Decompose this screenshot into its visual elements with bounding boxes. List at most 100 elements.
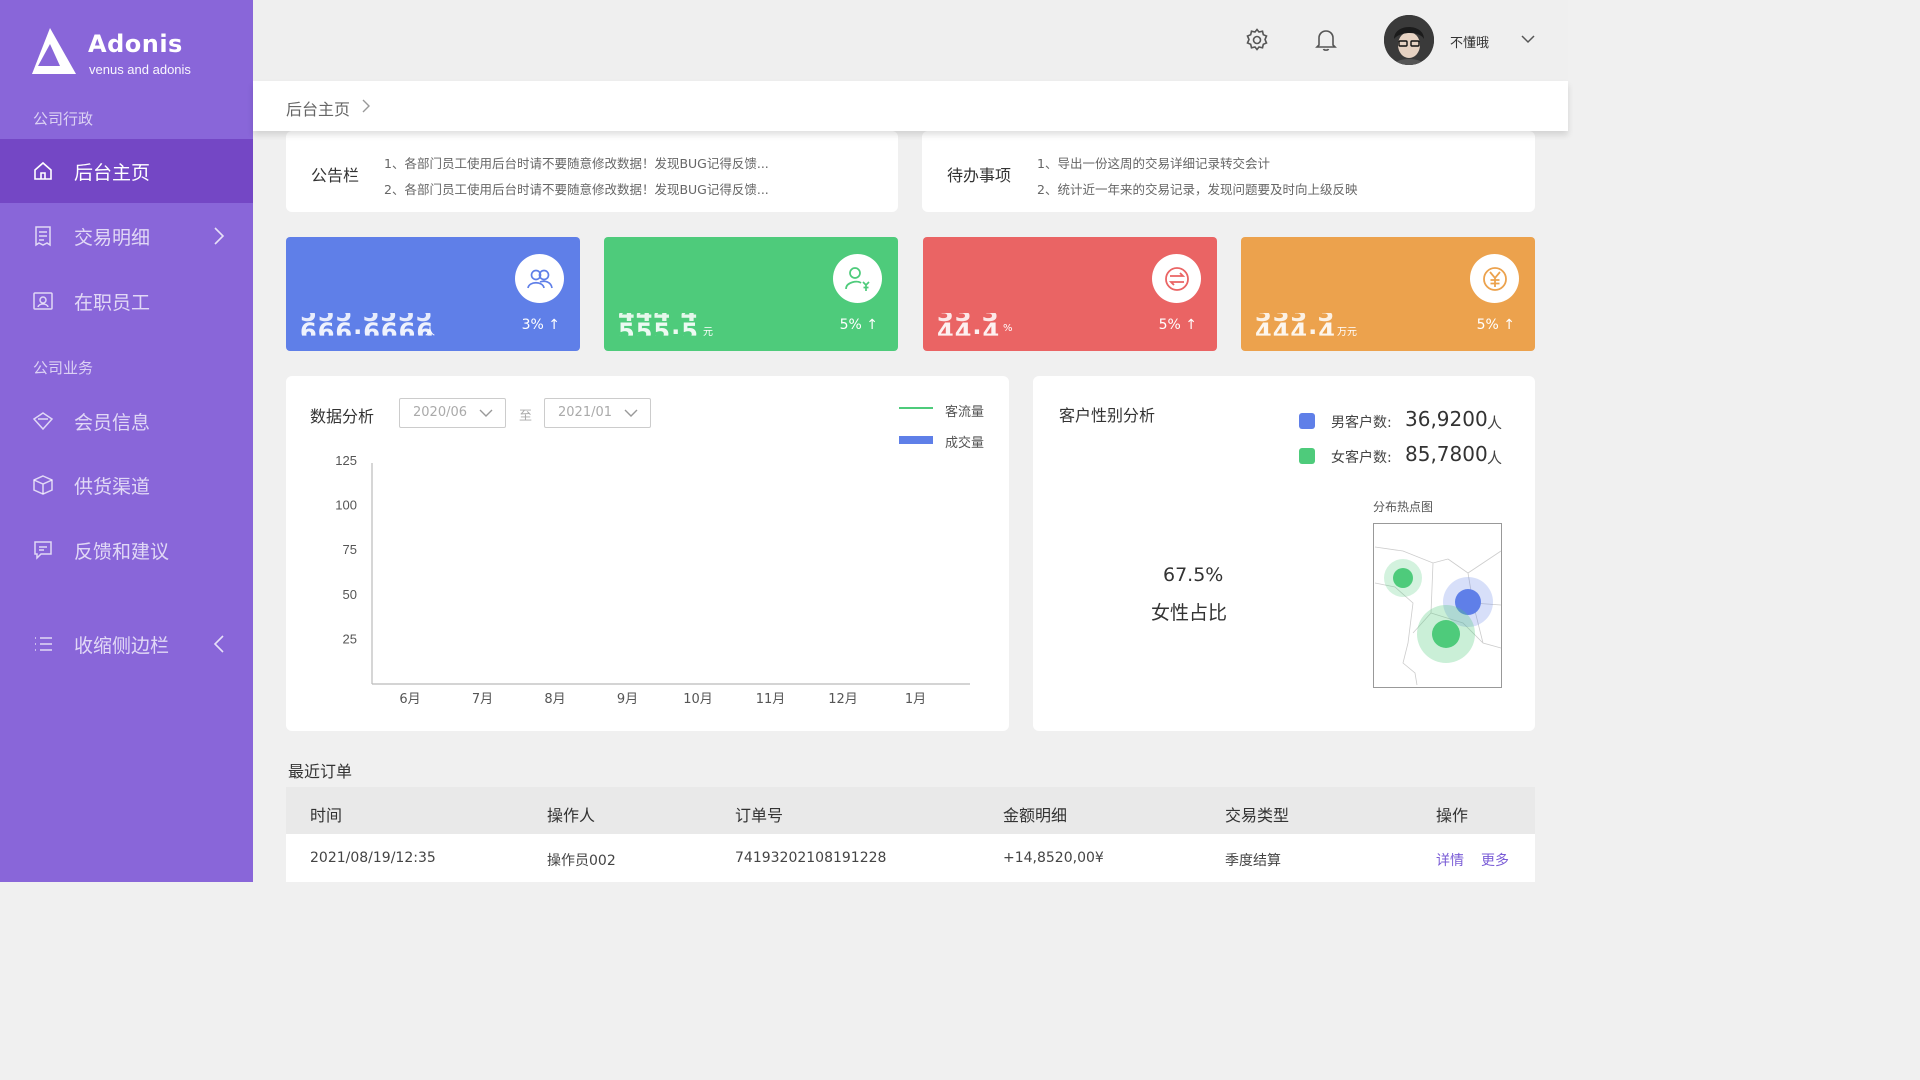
x-tick-label: 7月: [472, 692, 493, 707]
sidebar-collapse-button[interactable]: 收缩侧边栏: [0, 612, 253, 676]
sidebar-item-members[interactable]: 会员信息: [0, 389, 253, 453]
column-header[interactable]: 金额明细: [1003, 802, 1067, 826]
column-header[interactable]: 操作: [1436, 802, 1468, 826]
sidebar-item-home[interactable]: 后台主页: [0, 139, 253, 203]
x-tick-label: 10月: [683, 692, 713, 707]
todo-line[interactable]: 1、导出一份这周的交易详细记录转交会计: [1037, 153, 1270, 172]
sidebar-item-label: 后台主页: [74, 161, 151, 184]
sidebar-item-label: 反馈和建议: [74, 540, 170, 563]
todo-title: 待办事项: [947, 166, 1012, 185]
column-header[interactable]: 时间: [310, 802, 342, 826]
users-icon: [515, 254, 564, 303]
female-unit: 人: [1487, 449, 1503, 467]
male-label: 男客户数:: [1331, 415, 1392, 431]
date-from-select[interactable]: 2020/06: [399, 398, 506, 428]
box-icon: [32, 474, 54, 496]
notice-line[interactable]: 1、各部门员工使用后台时请不要随意修改数据！发现BUG记得反馈...: [384, 153, 769, 172]
notice-line[interactable]: 2、各部门员工使用后台时请不要随意修改数据！发现BUG记得反馈...: [384, 179, 769, 198]
female-ratio-label: 女性占比: [1151, 602, 1228, 624]
table-row[interactable]: 2021/08/19/12:35 操作员002 7419320210819122…: [286, 834, 1535, 882]
y-tick-label: 25: [343, 631, 357, 646]
female-value: 85,7800: [1405, 442, 1488, 466]
column-header[interactable]: 交易类型: [1225, 802, 1289, 826]
sidebar-item-label: 会员信息: [74, 411, 151, 434]
settings-icon[interactable]: [1244, 27, 1270, 53]
bell-icon[interactable]: [1313, 27, 1339, 53]
todo-card: 待办事项 1、导出一份这周的交易详细记录转交会计 2、统计近一年来的交易记录，发…: [922, 131, 1535, 212]
heatmap-title: 分布热点图: [1373, 500, 1434, 514]
y-tick-label: 125: [335, 453, 357, 468]
female-ratio-value: 67.5%: [1163, 564, 1224, 586]
section-label-admin: 公司行政: [33, 110, 94, 128]
stat-card-rate[interactable]: 33 3 44·4 % 5% ↑: [923, 237, 1217, 351]
stat-percent: 5% ↑: [1158, 317, 1197, 333]
column-header[interactable]: 订单号: [735, 802, 783, 826]
more-link[interactable]: 更多: [1481, 850, 1509, 870]
stat-unit: 万元: [1337, 327, 1357, 338]
sidebar-item-employees[interactable]: 在职员工: [0, 269, 253, 333]
sidebar: Adonis venus and adonis 公司行政 后台主页 交易明细 在…: [0, 0, 253, 882]
stat-percent: 5% ↑: [1476, 317, 1515, 333]
notice-board-title: 公告栏: [311, 166, 360, 185]
chevron-down-icon: [479, 409, 493, 417]
stat-card-revenue[interactable]: 444 4 555·5 元 5% ↑: [604, 237, 898, 351]
sidebar-item-feedback[interactable]: 反馈和建议: [0, 518, 253, 582]
y-tick-label: 75: [343, 542, 357, 557]
legend-label-flow[interactable]: 客流量: [945, 401, 984, 420]
notice-board-card: 公告栏 1、各部门员工使用后台时请不要随意修改数据！发现BUG记得反馈... 2…: [286, 131, 898, 212]
x-tick-label: 6月: [399, 692, 420, 707]
x-tick-label: 12月: [828, 692, 858, 707]
stat-unit: 人: [425, 327, 435, 338]
column-header[interactable]: 操作人: [547, 802, 595, 826]
stat-card-amount[interactable]: 333 3 444·4 万元 5% ↑: [1241, 237, 1535, 351]
stat-percent: 5% ↑: [839, 317, 878, 333]
yuan-coin-icon: [1470, 254, 1519, 303]
sidebar-item-suppliers[interactable]: 供货渠道: [0, 453, 253, 517]
cell-time: 2021/08/19/12:35: [310, 850, 436, 866]
chevron-right-icon: [214, 227, 225, 245]
female-label: 女客户数:: [1331, 450, 1392, 466]
breadcrumb: 后台主页: [253, 81, 1568, 131]
stat-value: 44·4: [937, 318, 1001, 346]
date-to-select[interactable]: 2021/01: [544, 398, 651, 428]
cell-order-no: 74193202108191228: [735, 850, 887, 866]
avatar[interactable]: [1384, 15, 1434, 65]
sidebar-item-label: 收缩侧边栏: [74, 634, 170, 657]
username[interactable]: 不懂哦: [1450, 32, 1489, 51]
brand-logo[interactable]: Adonis venus and adonis: [30, 26, 230, 80]
chevron-down-icon: [624, 409, 638, 417]
stat-value: 444·4: [1255, 318, 1336, 346]
male-unit: 人: [1487, 414, 1503, 432]
top-bar: 不懂哦: [253, 0, 1568, 81]
sidebar-item-transactions[interactable]: 交易明细: [0, 204, 253, 268]
user-yuan-icon: [833, 254, 882, 303]
breadcrumb-current[interactable]: 后台主页: [286, 96, 350, 120]
date-to-value: 2021/01: [558, 405, 613, 420]
chevron-down-icon[interactable]: [1521, 34, 1535, 44]
heatmap-map[interactable]: [1373, 523, 1503, 689]
gender-analysis-card: 客户性别分析 男客户数: 36,9200 人 女客户数: 85,7800 人 6…: [1033, 376, 1535, 731]
sidebar-item-label: 交易明细: [74, 226, 151, 249]
female-swatch: [1299, 448, 1315, 464]
orders-title: 最近订单: [288, 762, 353, 781]
stat-value: 666·6666: [300, 318, 435, 346]
logo-mark-icon: [32, 28, 76, 74]
diamond-icon: [32, 410, 54, 432]
todo-line[interactable]: 2、统计近一年来的交易记录，发现问题要及时向上级反映: [1037, 179, 1357, 198]
detail-link[interactable]: 详情: [1436, 850, 1464, 870]
table-header: 时间 操作人 订单号 金额明细 交易类型 操作: [286, 787, 1535, 834]
stat-percent: 3% ↑: [521, 317, 560, 333]
y-tick-label: 50: [343, 587, 357, 602]
chevron-right-icon: [362, 99, 370, 113]
stat-unit: %: [1003, 323, 1013, 334]
male-swatch: [1299, 413, 1315, 429]
section-label-business: 公司业务: [33, 359, 94, 377]
analysis-title: 数据分析: [310, 407, 375, 426]
stat-card-users[interactable]: 555 5555 666·6666 人 3% ↑: [286, 237, 580, 351]
x-tick-label: 11月: [756, 692, 786, 707]
analysis-chart: 125 100 75 50 25 6月 7月 8月 9月 10月 11月 12月 1月: [335, 453, 970, 707]
chevron-left-icon: [213, 635, 224, 653]
brand-name: Adonis: [88, 30, 183, 58]
gender-title: 客户性别分析: [1059, 406, 1156, 425]
sidebar-item-label: 供货渠道: [74, 475, 151, 498]
